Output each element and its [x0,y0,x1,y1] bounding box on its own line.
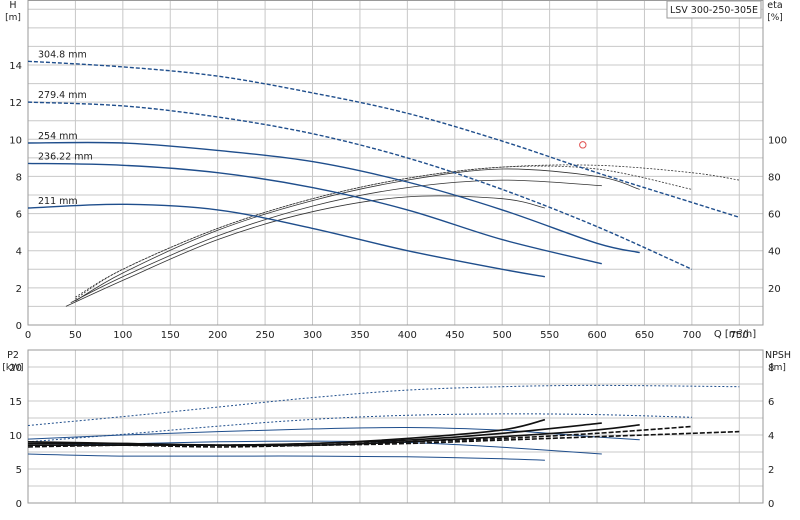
upper-left-axis-unit: [m] [5,13,21,23]
lower-right-tick-label: 0 [768,499,774,510]
lower-series-layer [27,384,740,461]
lower-plot-frame [27,349,764,504]
lower-right-axis-unit: [m] [770,363,786,373]
x-tick-label: 0 [25,330,31,341]
upper-right-axis-unit: [%] [767,13,783,23]
head-curve-label: 304.8 mm [38,49,87,60]
x-tick-label: 100 [113,330,132,341]
lower-left-axis-title: P2 [7,350,19,361]
lower-grid [27,349,763,503]
upper-plot-frame [27,0,764,326]
upper-left-tick-label: 12 [9,98,22,109]
upper-left-tick-label: 2 [16,284,22,295]
upper-left-tick-label: 14 [9,61,22,72]
x-tick-label: 250 [256,330,275,341]
x-tick-label: 700 [682,330,701,341]
upper-left-tick-label: 10 [9,135,22,146]
upper-grid [27,0,763,325]
head-curve-label: 279.4 mm [38,90,87,101]
upper-right-tick-label: 100 [768,135,787,146]
npsh-curve [27,422,602,447]
x-tick-label: 600 [587,330,606,341]
x-tick-label: 650 [635,330,654,341]
x-tick-label: 500 [493,330,512,341]
lower-left-tick-label: 15 [9,397,22,408]
x-tick-label: 50 [69,330,82,341]
lower-right-tick-label: 2 [768,465,774,476]
x-tick-label: 350 [350,330,369,341]
upper-right-axis-title: eta [767,0,782,11]
head-curve [27,141,640,254]
upper-left-tick-label: 6 [16,210,22,221]
head-curve [27,203,546,278]
efficiency-curve [70,179,602,304]
chart-canvas: 304.8 mm 279.4 mm 254 mm 236.22 mm 211 mm 0 5… [2,0,791,510]
upper-left-axis-title: H [9,0,16,11]
x-tick-label: 450 [445,330,464,341]
lower-left-tick-label: 10 [9,431,22,442]
x-tick-label: 550 [540,330,559,341]
upper-frame-rect [27,0,764,326]
lower-right-tick-label: 4 [768,431,774,442]
x-tick-label: 400 [398,330,417,341]
lower-left-tick-label: 0 [16,499,22,510]
operating-point-marker [579,141,587,149]
head-curve-label: 211 mm [38,196,78,207]
upper-right-tick-label: 20 [768,284,781,295]
pump-performance-chart: 304.8 mm 279.4 mm 254 mm 236.22 mm 211 mm 0 5… [0,0,800,520]
upper-series-layer: 304.8 mm 279.4 mm 254 mm 236.22 mm 211 mm [27,49,740,307]
x-tick-label: 150 [161,330,180,341]
head-curve-label: 254 mm [38,131,78,142]
chart-title: LSV 300-250-305E [670,5,758,16]
lower-right-tick-label: 6 [768,397,774,408]
x-axis-title: Q [m³/h] [714,329,756,340]
upper-left-tick-label: 8 [16,172,22,183]
x-tick-label: 200 [208,330,227,341]
upper-right-tick-label: 60 [768,210,781,221]
power-curve [27,384,740,426]
efficiency-curve [75,168,640,302]
x-tick-label: 300 [303,330,322,341]
upper-left-tick-label: 4 [16,247,22,258]
head-curve-label: 236.22 mm [38,151,93,162]
upper-left-tick-label: 0 [16,321,22,332]
upper-right-tick-label: 80 [768,172,781,183]
lower-frame-rect [27,349,764,504]
lower-left-tick-label: 5 [16,465,22,476]
lower-left-axis-unit: [kW] [2,363,23,373]
lower-right-axis-title: NPSH [765,350,791,361]
upper-right-tick-label: 40 [768,247,781,258]
power-curve [27,453,545,461]
